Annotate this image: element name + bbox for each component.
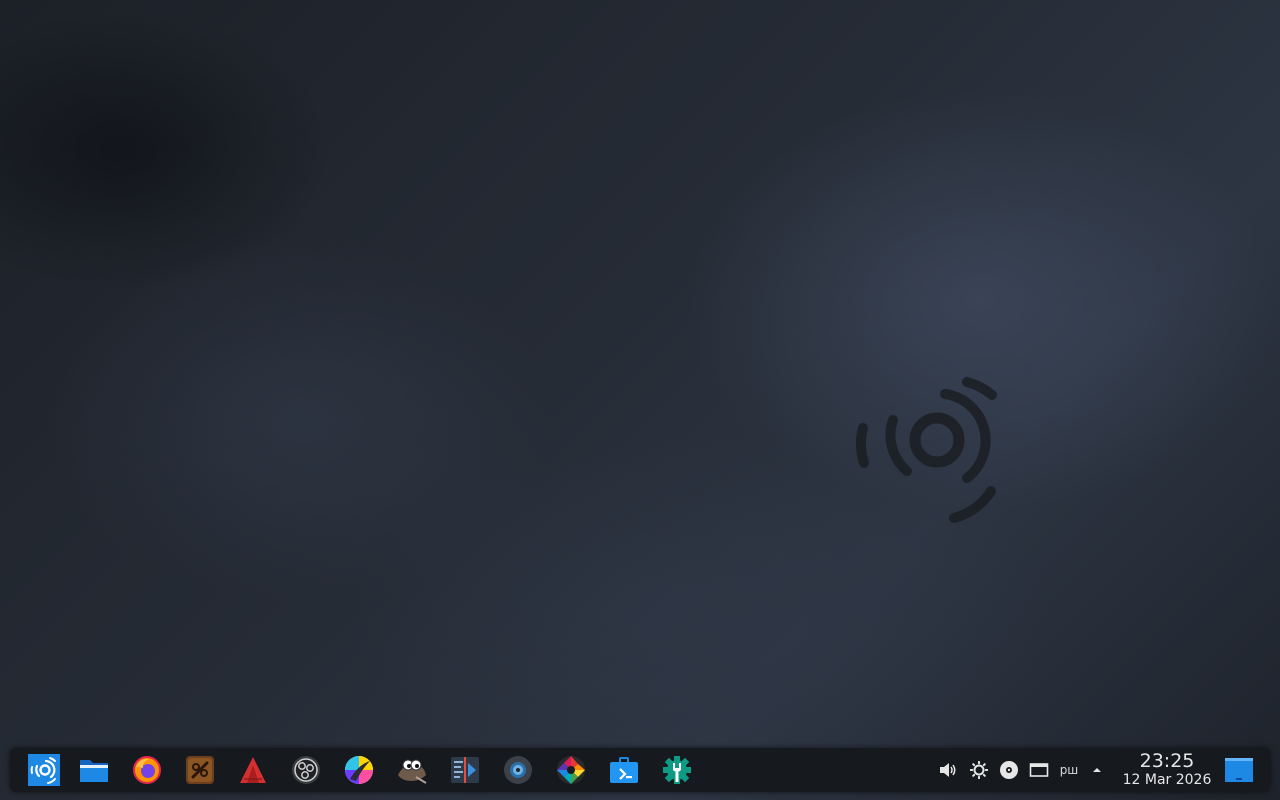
obs-launcher[interactable] [288, 752, 324, 788]
disc-icon [1000, 761, 1018, 779]
expand-tray-button[interactable] [1085, 758, 1109, 782]
firefox-icon [133, 756, 161, 784]
keyboard-layout-button[interactable]: рш [1057, 758, 1081, 782]
clock-date: 12 Mar 2026 [1122, 772, 1212, 788]
krita-launcher[interactable] [341, 752, 377, 788]
circle-app-icon [504, 756, 532, 784]
keyboard-layout-icon: рш [1059, 763, 1079, 777]
display-icon [1029, 763, 1049, 777]
disc-button[interactable] [997, 758, 1021, 782]
firefox-launcher[interactable] [129, 752, 165, 788]
clock[interactable]: 23:25 12 Mar 2026 [1114, 750, 1220, 790]
desktop[interactable]: рш 23:25 12 Mar 2026 [0, 0, 1280, 800]
app-menu-button[interactable] [26, 752, 62, 788]
brightness-button[interactable] [967, 758, 991, 782]
aperture-icon [557, 756, 585, 784]
file-manager-launcher[interactable] [76, 752, 112, 788]
red-app-launcher[interactable] [235, 752, 271, 788]
gimp-launcher[interactable] [394, 752, 430, 788]
expand-tray-icon [1093, 768, 1101, 772]
settings-launcher[interactable] [659, 752, 695, 788]
brightness-icon [970, 761, 988, 779]
red-triangle-icon [240, 757, 266, 783]
audio-app-launcher[interactable] [182, 752, 218, 788]
volume-button[interactable] [936, 758, 960, 782]
taskbar: рш 23:25 12 Mar 2026 [10, 748, 1270, 792]
software-center-launcher[interactable] [606, 752, 642, 788]
kdenlive-launcher[interactable] [447, 752, 483, 788]
kdenlive-icon [451, 757, 479, 783]
gimp-icon [398, 759, 427, 784]
circle-app-launcher[interactable] [500, 752, 536, 788]
audio-app-icon [186, 756, 214, 784]
obs-icon [292, 756, 320, 784]
darktable-launcher[interactable] [553, 752, 589, 788]
show-desktop-icon [1225, 758, 1253, 782]
settings-icon [663, 756, 691, 784]
volume-icon [940, 763, 956, 777]
display-button[interactable] [1027, 758, 1051, 782]
show-desktop-button[interactable] [1224, 756, 1254, 784]
briefcase-icon [610, 757, 638, 783]
krita-icon [345, 756, 373, 784]
clock-time: 23:25 [1139, 750, 1195, 772]
folder-icon [80, 760, 108, 782]
ubuntu-studio-icon [28, 754, 60, 786]
ubuntu-studio-logo [855, 377, 997, 523]
